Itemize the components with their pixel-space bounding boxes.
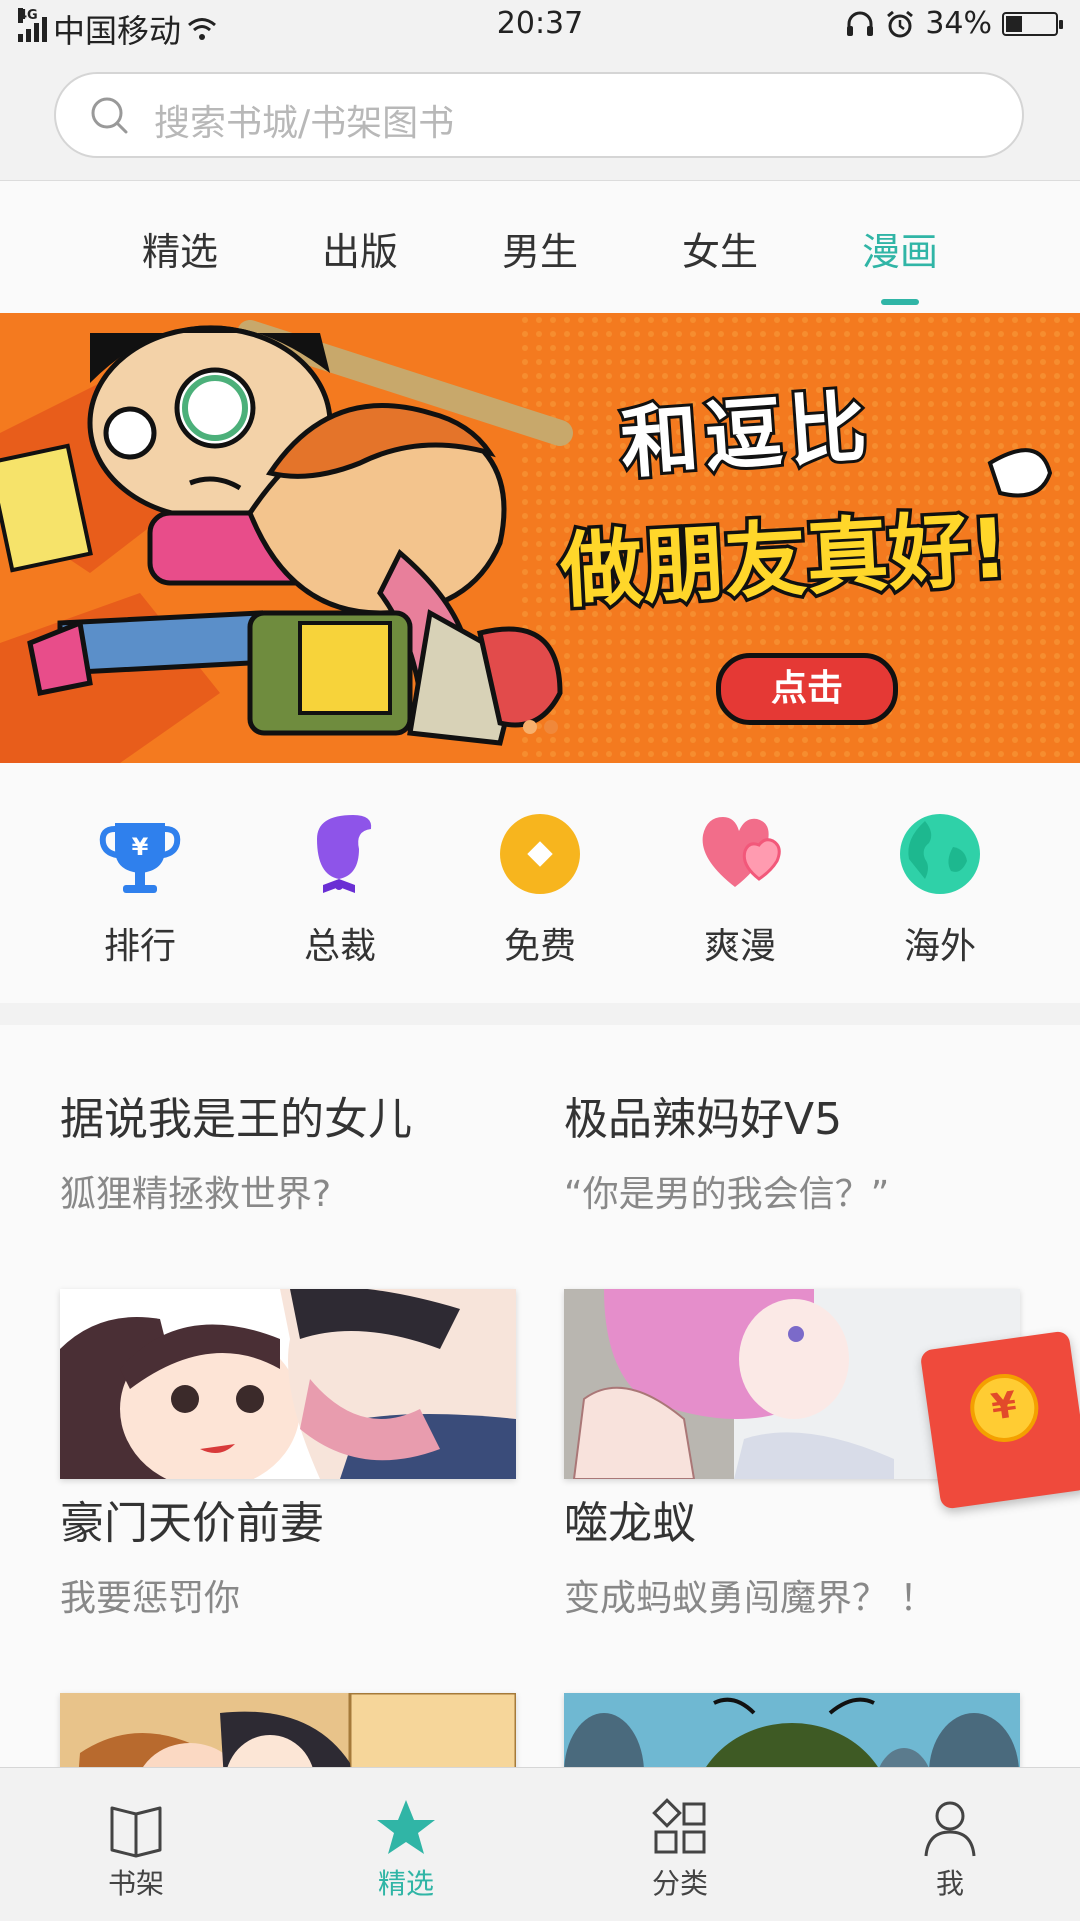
category-label: 爽漫 <box>703 926 776 967</box>
category-label: 排行 <box>103 926 176 967</box>
comic-card[interactable]: 极品辣妈好V5 “你是男的我会信？” <box>564 1083 1020 1479</box>
banner-headline-line1: 和逗比 <box>615 379 879 492</box>
comic-title: 豪门天价前妻 <box>60 1498 324 1549</box>
category-label: 海外 <box>903 926 976 967</box>
nav-label: 分类 <box>651 1867 708 1900</box>
bottom-navigation: 书架 精选 分类 我 <box>0 1767 1080 1921</box>
section-tabs: 精选 出版 男生 女生 漫画 <box>0 181 1080 313</box>
carousel-dot-1 <box>523 720 537 734</box>
battery-level <box>1006 15 1022 32</box>
tab-male[interactable]: 男生 <box>480 221 600 276</box>
nav-label: 我 <box>935 1867 964 1900</box>
status-right: 34% <box>845 6 1063 41</box>
category-label: 总裁 <box>303 926 376 967</box>
comic-subtitle: “你是男的我会信？” <box>564 1174 890 1215</box>
red-packet-coin-icon: ¥ <box>965 1369 1043 1447</box>
search-area: 搜索书城/书架图书 <box>0 52 1080 181</box>
category-ranking[interactable]: ¥ 排行 <box>60 809 220 969</box>
comic-title: 据说我是王的女儿 <box>60 1094 412 1145</box>
nav-label: 精选 <box>377 1867 434 1900</box>
active-tab-indicator <box>881 299 919 305</box>
banner-click-button[interactable]: 点击 <box>716 653 898 725</box>
comic-cover[interactable] <box>60 1289 516 1479</box>
bookshelf-icon <box>110 1806 162 1858</box>
comic-card[interactable]: 据说我是王的女儿 狐狸精拯救世界? <box>60 1083 516 1479</box>
nav-featured[interactable]: 精选 <box>336 1798 476 1902</box>
carousel-dot-2 <box>544 720 558 734</box>
tab-comics[interactable]: 漫画 <box>840 221 960 276</box>
category-icon <box>652 1798 706 1854</box>
comic-title: 极品辣妈好V5 <box>564 1094 843 1145</box>
comic-subtitle: 变成蚂蚁勇闯魔界？ ！ <box>564 1578 936 1619</box>
comic-cover[interactable] <box>564 1693 1020 1767</box>
tab-featured[interactable]: 精选 <box>120 221 240 276</box>
search-placeholder: 搜索书城/书架图书 <box>154 103 455 144</box>
comic-recommendations: 据说我是王的女儿 狐狸精拯救世界? 极品辣妈好V5 “你是男的我会信？” 豪门天… <box>0 1025 1080 1767</box>
svg-text:¥: ¥ <box>132 833 149 861</box>
trophy-icon: ¥ <box>95 809 185 899</box>
search-input[interactable]: 搜索书城/书架图书 <box>54 72 1024 158</box>
category-shuangman[interactable]: 爽漫 <box>660 809 820 969</box>
search-icon <box>91 97 128 134</box>
tab-female[interactable]: 女生 <box>660 221 780 276</box>
nav-category[interactable]: 分类 <box>610 1798 750 1902</box>
comic-subtitle: 我要惩罚你 <box>60 1578 241 1619</box>
tab-published[interactable]: 出版 <box>300 221 420 276</box>
category-ceo[interactable]: 总裁 <box>260 809 420 969</box>
profile-icon <box>924 1801 976 1857</box>
category-label: 免费 <box>503 926 576 967</box>
globe-icon <box>895 809 985 899</box>
status-bar: 4G 中国移动 20:37 34% <box>0 0 1080 52</box>
ceo-icon <box>295 809 385 899</box>
star-icon <box>377 1800 435 1854</box>
headset-icon <box>847 11 874 36</box>
nav-bookshelf[interactable]: 书架 <box>66 1798 206 1902</box>
comic-cover[interactable] <box>60 1693 516 1767</box>
battery-icon <box>1002 11 1063 36</box>
red-packet-button[interactable]: ¥ <box>919 1330 1080 1510</box>
alarm-icon <box>887 10 914 37</box>
hearts-icon <box>695 809 785 899</box>
nav-label: 书架 <box>107 1867 164 1900</box>
free-coin-icon <box>495 809 585 899</box>
comic-card[interactable]: 豪门天价前妻 我要惩罚你 <box>60 1487 516 1767</box>
category-shortcuts: ¥ 排行 总裁 免费 爽漫 海外 <box>0 763 1080 1003</box>
comic-subtitle: 狐狸精拯救世界? <box>60 1174 332 1215</box>
category-overseas[interactable]: 海外 <box>860 809 1020 969</box>
battery-percent: 34% <box>925 6 992 41</box>
category-free[interactable]: 免费 <box>460 809 620 969</box>
promo-banner[interactable]: 和逗比 做朋友真好! 点击 <box>0 313 1080 763</box>
nav-profile[interactable]: 我 <box>880 1798 1020 1902</box>
banner-headline-line2: 做朋友真好! <box>555 498 1014 623</box>
